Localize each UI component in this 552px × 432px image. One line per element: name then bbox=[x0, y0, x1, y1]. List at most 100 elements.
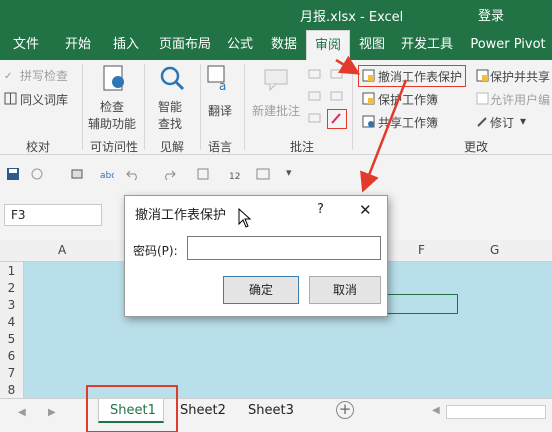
translate-button[interactable]: 翻译 bbox=[208, 102, 232, 119]
undo-icon[interactable] bbox=[126, 167, 140, 181]
row-header[interactable]: 7 bbox=[0, 364, 24, 382]
row-header[interactable]: 6 bbox=[0, 347, 24, 365]
group-separator bbox=[200, 64, 201, 150]
accessibility-check-icon bbox=[103, 65, 124, 91]
thesaurus-icon bbox=[4, 92, 17, 105]
group-separator bbox=[352, 64, 353, 150]
new-comment-icon bbox=[264, 69, 288, 92]
tab-power-pivot[interactable]: Power Pivot bbox=[466, 30, 550, 60]
group-label-proofing: 校对 bbox=[26, 140, 51, 154]
redo-icon[interactable] bbox=[162, 167, 176, 181]
save-icon[interactable] bbox=[6, 167, 20, 181]
unprotect-sheet-highlight bbox=[358, 65, 466, 87]
row-header[interactable]: 3 bbox=[0, 296, 24, 314]
title-bar: 月报.xlsx - Excel 登录 bbox=[0, 0, 552, 30]
format-icon[interactable] bbox=[196, 167, 210, 181]
svg-text:a: a bbox=[219, 79, 226, 92]
delete-comment-icon[interactable] bbox=[330, 68, 343, 81]
row-header[interactable]: 4 bbox=[0, 313, 24, 331]
smart-lookup-line1[interactable]: 智能 bbox=[158, 98, 182, 115]
column-header-g[interactable]: G bbox=[490, 243, 499, 257]
protect-workbook-button[interactable]: 保护工作簿 bbox=[378, 91, 438, 108]
tab-developer[interactable]: 开发工具 bbox=[394, 30, 460, 60]
svg-text:abc: abc bbox=[100, 171, 114, 181]
touch-mode-icon[interactable] bbox=[30, 167, 44, 181]
name-box-value: F3 bbox=[11, 208, 26, 222]
horizontal-scrollbar[interactable] bbox=[446, 405, 546, 419]
password-label: 密码(P): bbox=[133, 244, 178, 258]
scroll-right-icon[interactable]: ▶ bbox=[48, 407, 56, 418]
sheet-tab-sheet3[interactable]: Sheet3 bbox=[248, 403, 294, 418]
protect-share-icon bbox=[476, 69, 489, 82]
borders-icon[interactable] bbox=[256, 167, 270, 181]
sort-icon[interactable]: 12 bbox=[228, 167, 242, 181]
tab-home[interactable]: 开始 bbox=[56, 30, 100, 60]
scroll-left-icon[interactable]: ◀ bbox=[18, 407, 26, 418]
spell-check-button[interactable]: 拼写检查 bbox=[20, 67, 68, 84]
show-all-comments-icon[interactable] bbox=[330, 90, 343, 103]
thesaurus-button[interactable]: 同义词库 bbox=[20, 91, 68, 108]
tab-data[interactable]: 数据 bbox=[266, 30, 302, 60]
group-label-changes: 更改 bbox=[464, 140, 489, 154]
ok-button[interactable]: 确定 bbox=[223, 276, 299, 304]
track-changes-button[interactable]: 修订 bbox=[490, 114, 514, 131]
cancel-button[interactable]: 取消 bbox=[309, 276, 381, 304]
row-header[interactable]: 8 bbox=[0, 381, 24, 398]
password-field[interactable] bbox=[187, 236, 381, 260]
svg-text:✓: ✓ bbox=[4, 71, 12, 81]
comment-prev-icon[interactable] bbox=[308, 68, 321, 81]
add-sheet-button[interactable]: + bbox=[336, 401, 354, 419]
sheet-tab-bar: ◀ ▶ Sheet1 Sheet2 Sheet3 + ◀ bbox=[0, 385, 552, 432]
hscroll-left-icon[interactable]: ◀ bbox=[432, 405, 440, 416]
share-workbook-button[interactable]: 共享工作簿 bbox=[378, 114, 438, 131]
close-icon[interactable]: ✕ bbox=[359, 201, 372, 219]
sheet-tab-sheet2[interactable]: Sheet2 bbox=[180, 403, 226, 418]
ribbon-review: ✓ 拼写检查 同义词库 校对 检查 辅助功能 可访问性 智能 查找 见解 a 翻… bbox=[0, 60, 552, 155]
smart-lookup-line2[interactable]: 查找 bbox=[158, 115, 182, 132]
group-separator bbox=[244, 64, 245, 150]
column-header-a[interactable]: A bbox=[58, 243, 66, 257]
tab-file[interactable]: 文件 bbox=[4, 30, 48, 60]
selected-cell-f3[interactable] bbox=[380, 294, 458, 314]
group-label-accessibility: 可访问性 bbox=[90, 140, 139, 154]
row-header[interactable]: 5 bbox=[0, 330, 24, 348]
row-header[interactable]: 1 bbox=[0, 262, 24, 280]
row-header[interactable]: 2 bbox=[0, 279, 24, 297]
protect-share-button[interactable]: 保护并共享 bbox=[490, 68, 550, 85]
check-accessibility-line2[interactable]: 辅助功能 bbox=[88, 115, 136, 132]
mouse-cursor-icon bbox=[238, 208, 252, 228]
tab-insert[interactable]: 插入 bbox=[104, 30, 148, 60]
chevron-down-icon[interactable]: ▾ bbox=[520, 114, 526, 128]
share-workbook-icon bbox=[362, 115, 375, 128]
group-separator bbox=[82, 64, 83, 150]
column-header-f[interactable]: F bbox=[418, 243, 425, 257]
tab-review[interactable]: 审阅 bbox=[306, 30, 350, 60]
comment-next-icon[interactable] bbox=[308, 90, 321, 103]
dialog-title: 撤消工作表保护 bbox=[135, 208, 227, 223]
spelling-check-icon[interactable]: abc bbox=[100, 167, 114, 181]
spelling-icon: ✓ bbox=[4, 71, 12, 81]
new-comment-button[interactable]: 新建批注 bbox=[252, 102, 300, 119]
window-title: 月报.xlsx - Excel bbox=[300, 10, 404, 25]
allow-edit-ranges-button[interactable]: 允许用户编 bbox=[490, 91, 550, 108]
print-preview-icon[interactable] bbox=[70, 167, 84, 181]
svg-text:12: 12 bbox=[229, 172, 240, 181]
ink-highlight-box bbox=[327, 109, 347, 129]
customize-toolbar-icon[interactable]: ▾ bbox=[286, 166, 292, 179]
ribbon-tabs: 文件 开始 插入 页面布局 公式 数据 审阅 视图 开发工具 Power Piv… bbox=[0, 30, 552, 60]
login-link[interactable]: 登录 bbox=[478, 5, 504, 24]
help-icon[interactable]: ? bbox=[317, 202, 324, 217]
group-label-comments: 批注 bbox=[290, 140, 315, 154]
tab-page-layout[interactable]: 页面布局 bbox=[152, 30, 218, 60]
check-accessibility-line1[interactable]: 检查 bbox=[100, 98, 124, 115]
unprotect-sheet-dialog: 撤消工作表保护 ? ✕ 密码(P): 确定 取消 bbox=[124, 195, 388, 317]
name-box[interactable]: F3 bbox=[4, 204, 102, 226]
translate-icon: a bbox=[207, 65, 226, 92]
sheet-tab-sheet1[interactable]: Sheet1 bbox=[110, 403, 156, 418]
show-comments-icon[interactable] bbox=[308, 112, 321, 125]
group-separator bbox=[144, 64, 145, 150]
tab-formulas[interactable]: 公式 bbox=[222, 30, 258, 60]
quick-access-toolbar: abc 12 ▾ bbox=[0, 160, 552, 190]
track-changes-icon bbox=[477, 117, 487, 127]
tab-view[interactable]: 视图 bbox=[354, 30, 390, 60]
